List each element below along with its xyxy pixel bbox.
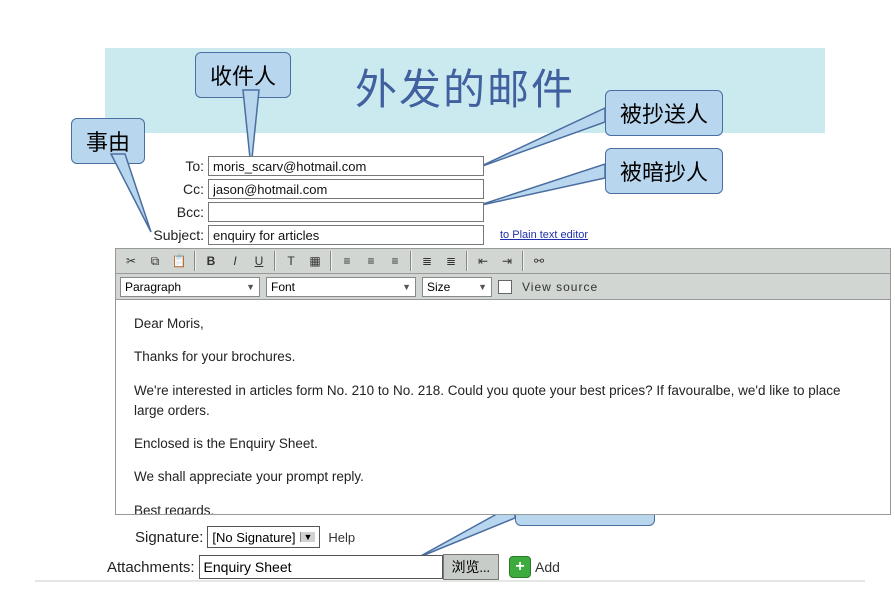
toolbar-separator [330, 251, 332, 271]
attachment-input[interactable] [199, 555, 443, 579]
size-select[interactable]: Size ▼ [422, 277, 492, 297]
email-header-fields: To: Cc: Bcc: Subject: to Plain text edit… [143, 155, 883, 247]
rich-editor: ✂ ⧉ 📋 B I U T ▦ ≡ ≡ ≡ ≣ ≣ ⇤ ⇥ ⚯ Paragrap… [115, 248, 891, 515]
toolbar-separator [522, 251, 524, 271]
body-line: Dear Moris, [134, 314, 872, 334]
bcc-label: Bcc: [143, 204, 208, 220]
italic-button[interactable]: I [224, 251, 246, 271]
cc-row: Cc: [143, 178, 883, 200]
toolbar-separator [466, 251, 468, 271]
attachments-row: Attachments: 浏览... + Add [107, 554, 560, 580]
indent-button[interactable]: ⇥ [496, 251, 518, 271]
callout-cc: 被抄送人 [605, 90, 723, 136]
signature-select[interactable]: [No Signature] ▼ [207, 526, 320, 548]
cc-input[interactable] [208, 179, 484, 199]
toolbar-separator [410, 251, 412, 271]
body-line: Thanks for your brochures. [134, 347, 872, 367]
size-select-label: Size [427, 280, 450, 294]
align-right-button[interactable]: ≡ [384, 251, 406, 271]
to-input[interactable] [208, 156, 484, 176]
cut-button[interactable]: ✂ [120, 251, 142, 271]
paragraph-select[interactable]: Paragraph ▼ [120, 277, 260, 297]
editor-toolbar-1: ✂ ⧉ 📋 B I U T ▦ ≡ ≡ ≡ ≣ ≣ ⇤ ⇥ ⚯ [115, 248, 891, 274]
help-link[interactable]: Help [328, 530, 355, 545]
bg-color-button[interactable]: ▦ [304, 251, 326, 271]
signature-value: [No Signature] [212, 530, 295, 545]
add-attachment-label: Add [535, 559, 560, 575]
body-line: Best regards. [134, 501, 872, 516]
body-line: Enclosed is the Enquiry Sheet. [134, 434, 872, 454]
plain-text-link[interactable]: to Plain text editor [500, 229, 588, 241]
chevron-down-icon: ▼ [300, 532, 316, 542]
body-line: We're interested in articles form No. 21… [134, 381, 872, 422]
paragraph-select-label: Paragraph [125, 280, 181, 294]
copy-button[interactable]: ⧉ [144, 251, 166, 271]
toolbar-separator [194, 251, 196, 271]
cc-label: Cc: [143, 181, 208, 197]
chevron-down-icon: ▼ [478, 282, 487, 292]
subject-input[interactable] [208, 225, 484, 245]
callout-subject: 事由 [71, 118, 145, 164]
font-color-button[interactable]: T [280, 251, 302, 271]
bold-button[interactable]: B [200, 251, 222, 271]
bcc-input[interactable] [208, 202, 484, 222]
callout-recipient: 收件人 [195, 52, 291, 98]
paste-button[interactable]: 📋 [168, 251, 190, 271]
view-source-label: View source [522, 280, 598, 294]
to-row: To: [143, 155, 883, 177]
unordered-list-button[interactable]: ≣ [440, 251, 462, 271]
font-select[interactable]: Font ▼ [266, 277, 416, 297]
ordered-list-button[interactable]: ≣ [416, 251, 438, 271]
font-select-label: Font [271, 280, 295, 294]
subject-label: Subject: [143, 227, 208, 243]
chevron-down-icon: ▼ [246, 282, 255, 292]
attachments-label: Attachments: [107, 559, 195, 576]
callout-cc-label: 被抄送人 [605, 90, 723, 136]
to-label: To: [143, 158, 208, 174]
align-left-button[interactable]: ≡ [336, 251, 358, 271]
browse-button[interactable]: 浏览... [443, 554, 500, 580]
align-center-button[interactable]: ≡ [360, 251, 382, 271]
bcc-row: Bcc: [143, 201, 883, 223]
underline-button[interactable]: U [248, 251, 270, 271]
email-body-editor[interactable]: Dear Moris, Thanks for your brochures. W… [115, 300, 891, 515]
slide-stage: 外发的邮件 收件人 事由 被抄送人 被暗抄人 主体部分 添加附件处 To: Cc… [35, 20, 865, 580]
body-line: We shall appreciate your prompt reply. [134, 467, 872, 487]
outdent-button[interactable]: ⇤ [472, 251, 494, 271]
signature-label: Signature: [135, 529, 203, 546]
add-attachment-icon[interactable]: + [509, 556, 531, 578]
signature-row: Signature: [No Signature] ▼ Help [135, 526, 355, 548]
subject-row: Subject: to Plain text editor [143, 224, 883, 246]
editor-toolbar-2: Paragraph ▼ Font ▼ Size ▼ View source [115, 274, 891, 300]
view-source-checkbox[interactable] [498, 280, 512, 294]
link-button[interactable]: ⚯ [528, 251, 550, 271]
chevron-down-icon: ▼ [402, 282, 411, 292]
toolbar-separator [274, 251, 276, 271]
